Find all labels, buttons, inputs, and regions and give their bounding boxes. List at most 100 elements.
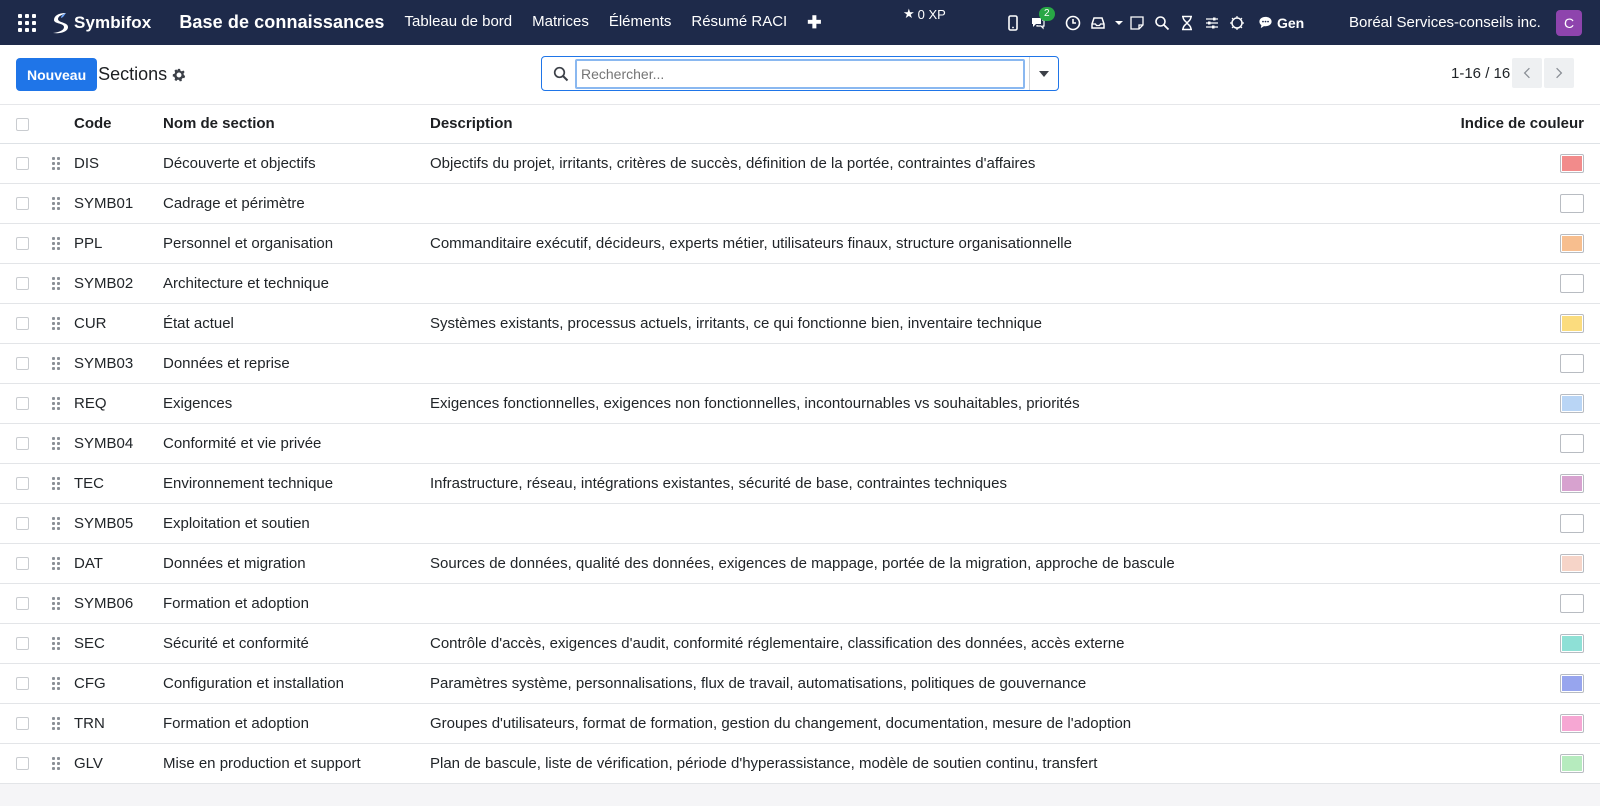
row-checkbox[interactable] [16, 317, 29, 331]
table-row[interactable]: TEC Environnement technique Infrastructure… [0, 463, 1600, 504]
row-select-cell[interactable] [0, 223, 46, 264]
row-name[interactable]: Personnel et organisation [163, 223, 430, 264]
color-swatch[interactable] [1560, 473, 1584, 493]
row-code[interactable]: SYMB03 [74, 343, 163, 384]
search-input[interactable] [575, 58, 1025, 89]
row-handle-cell[interactable] [46, 303, 74, 344]
drag-handle-icon[interactable] [52, 437, 60, 451]
row-select-cell[interactable] [0, 503, 46, 544]
drag-handle-icon[interactable] [52, 277, 60, 291]
row-checkbox[interactable] [16, 717, 29, 731]
row-handle-cell[interactable] [46, 583, 74, 624]
row-code[interactable]: REQ [74, 383, 163, 424]
row-color-cell[interactable] [1440, 223, 1600, 264]
menu-item-dashboard[interactable]: Tableau de bord [405, 13, 513, 33]
drag-handle-icon[interactable] [52, 517, 60, 531]
row-checkbox[interactable] [16, 237, 29, 251]
row-handle-cell[interactable] [46, 183, 74, 224]
row-description[interactable] [430, 583, 1440, 624]
row-description[interactable]: Groupes d'utilisateurs, format de format… [430, 703, 1440, 744]
row-select-cell[interactable] [0, 703, 46, 744]
messages-icon[interactable]: 2 [1030, 6, 1055, 31]
row-checkbox[interactable] [16, 757, 29, 771]
row-handle-cell[interactable] [46, 703, 74, 744]
table-row[interactable]: DAT Données et migration Sources de donnée… [0, 543, 1600, 584]
row-code[interactable]: DAT [74, 543, 163, 584]
row-color-cell[interactable] [1440, 583, 1600, 624]
row-checkbox[interactable] [16, 357, 29, 371]
row-handle-cell[interactable] [46, 423, 74, 464]
row-checkbox[interactable] [16, 597, 29, 611]
row-description[interactable] [430, 343, 1440, 384]
row-handle-cell[interactable] [46, 343, 74, 384]
row-handle-cell[interactable] [46, 383, 74, 424]
row-handle-cell[interactable] [46, 143, 74, 184]
row-select-cell[interactable] [0, 543, 46, 584]
drag-handle-icon[interactable] [52, 237, 60, 251]
table-row[interactable]: SYMB01 Cadrage et périmètre [0, 183, 1600, 224]
drag-handle-icon[interactable] [52, 397, 60, 411]
color-swatch[interactable] [1560, 633, 1584, 653]
row-code[interactable]: SYMB04 [74, 423, 163, 464]
apps-menu-icon[interactable] [18, 13, 36, 32]
table-row[interactable]: DIS Découverte et objectifs Objectifs du p… [0, 143, 1600, 184]
color-swatch[interactable] [1560, 353, 1584, 373]
row-select-cell[interactable] [0, 183, 46, 224]
row-code[interactable]: SEC [74, 623, 163, 664]
row-select-cell[interactable] [0, 263, 46, 304]
search-options-toggle[interactable] [1029, 57, 1058, 90]
table-row[interactable]: CUR État actuel Systèmes existants, proces… [0, 303, 1600, 344]
row-checkbox[interactable] [16, 477, 29, 491]
row-color-cell[interactable] [1440, 503, 1600, 544]
row-name[interactable]: Architecture et technique [163, 263, 430, 304]
color-swatch[interactable] [1560, 313, 1584, 333]
table-row[interactable]: SYMB03 Données et reprise [0, 343, 1600, 384]
row-name[interactable]: Environnement technique [163, 463, 430, 504]
pager-previous-button[interactable] [1512, 58, 1543, 88]
row-checkbox[interactable] [16, 637, 29, 651]
row-checkbox[interactable] [16, 437, 29, 451]
row-description[interactable] [430, 263, 1440, 304]
row-select-cell[interactable] [0, 423, 46, 464]
new-button[interactable]: Nouveau [16, 58, 98, 91]
table-row[interactable]: PPL Personnel et organisation Commanditair… [0, 223, 1600, 264]
color-swatch[interactable] [1560, 273, 1584, 293]
row-description[interactable] [430, 423, 1440, 464]
row-code[interactable]: PPL [74, 223, 163, 264]
row-name[interactable]: Cadrage et périmètre [163, 183, 430, 224]
row-code[interactable]: TEC [74, 463, 163, 504]
row-color-cell[interactable] [1440, 183, 1600, 224]
caret-down-icon[interactable] [1115, 15, 1123, 31]
color-swatch[interactable] [1560, 593, 1584, 613]
drag-handle-icon[interactable] [52, 357, 60, 371]
row-code[interactable]: CUR [74, 303, 163, 344]
row-name[interactable]: Exploitation et soutien [163, 503, 430, 544]
table-row[interactable]: SYMB05 Exploitation et soutien [0, 503, 1600, 544]
table-row[interactable]: SEC Sécurité et conformité Contrôle d'accè… [0, 623, 1600, 664]
drag-handle-icon[interactable] [52, 197, 60, 211]
row-name[interactable]: Mise en production et support [163, 743, 430, 784]
row-color-cell[interactable] [1440, 383, 1600, 424]
row-description[interactable]: Plan de bascule, liste de vérification, … [430, 743, 1440, 784]
row-color-cell[interactable] [1440, 663, 1600, 704]
row-color-cell[interactable] [1440, 303, 1600, 344]
color-swatch[interactable] [1560, 713, 1584, 733]
hourglass-icon[interactable] [1179, 15, 1195, 31]
row-checkbox[interactable] [16, 517, 29, 531]
row-name[interactable]: Données et migration [163, 543, 430, 584]
gear-icon[interactable] [172, 68, 186, 82]
row-handle-cell[interactable] [46, 663, 74, 704]
row-description[interactable]: Systèmes existants, processus actuels, i… [430, 303, 1440, 344]
inbox-icon[interactable] [1090, 15, 1106, 31]
drag-handle-icon[interactable] [52, 597, 60, 611]
select-all-checkbox[interactable] [16, 117, 29, 131]
table-row[interactable]: CFG Configuration et installation Paramètr… [0, 663, 1600, 704]
row-checkbox[interactable] [16, 197, 29, 211]
table-row[interactable]: TRN Formation et adoption Groupes d'utilis… [0, 703, 1600, 744]
drag-handle-icon[interactable] [52, 477, 60, 491]
row-description[interactable] [430, 183, 1440, 224]
color-swatch[interactable] [1560, 673, 1584, 693]
row-checkbox[interactable] [16, 557, 29, 571]
row-code[interactable]: SYMB02 [74, 263, 163, 304]
mobile-icon[interactable] [1005, 14, 1021, 31]
